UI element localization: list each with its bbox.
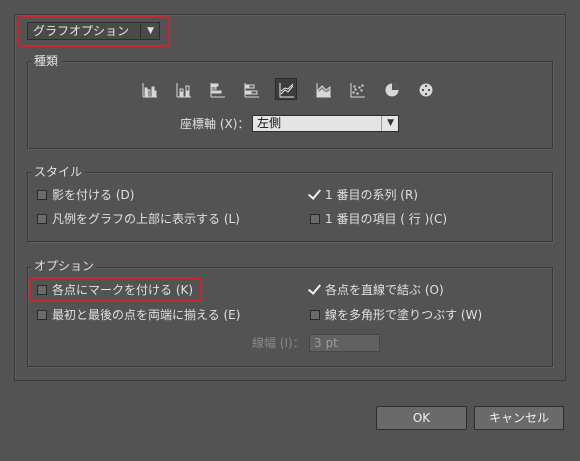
connect-lines-label: 各点を直線で結ぶ (O) (325, 283, 444, 297)
highlight-graph-option-dropdown (17, 16, 170, 47)
first-item-label: 1 番目の項目 ( 行 )(C) (325, 212, 447, 226)
radar-chart-icon[interactable] (415, 79, 437, 101)
first-series-label: 1 番目の系列 (R) (325, 188, 418, 202)
line-chart-icon[interactable] (275, 78, 297, 100)
stacked-bar-chart-icon[interactable] (241, 79, 263, 101)
first-item-checkbox[interactable] (310, 214, 320, 224)
legend-top-checkbox[interactable] (37, 214, 47, 224)
cancel-button[interactable]: キャンセル (474, 406, 564, 430)
fill-lines-checkbox[interactable] (310, 310, 320, 320)
axis-select-value: 左側 (257, 116, 282, 130)
edge-to-edge-checkbox[interactable] (37, 310, 47, 320)
line-width-label: 線幅 (I)： (252, 336, 305, 350)
options-group-label: オプション (31, 259, 98, 273)
chevron-down-icon: ▼ (387, 118, 394, 128)
pie-chart-icon[interactable] (381, 79, 403, 101)
axis-select[interactable]: 左側 ▼ (252, 115, 399, 132)
fill-lines-label: 線を多角形で塗りつぶす (W) (325, 308, 483, 322)
connect-lines-checkbox[interactable] (310, 285, 320, 295)
highlight-mark-points (29, 277, 202, 302)
style-group-label: スタイル (31, 165, 86, 179)
select-separator (381, 116, 382, 131)
grouped-column-chart-icon[interactable] (139, 79, 161, 101)
style-group (27, 172, 553, 242)
type-group (27, 61, 553, 149)
shadow-checkbox[interactable] (37, 190, 47, 200)
first-series-checkbox[interactable] (310, 190, 320, 200)
shadow-label: 影を付ける (D) (52, 188, 135, 202)
edge-to-edge-label: 最初と最後の点を両端に揃える (E) (52, 308, 241, 322)
axis-label: 座標軸 (X)： (180, 117, 250, 131)
stacked-column-chart-icon[interactable] (173, 79, 195, 101)
area-chart-icon[interactable] (313, 79, 335, 101)
grouped-bar-chart-icon[interactable] (207, 79, 229, 101)
legend-top-label: 凡例をグラフの上部に表示する (L) (52, 212, 240, 226)
ok-button[interactable]: OK (376, 406, 467, 430)
type-group-label: 種類 (31, 54, 62, 68)
scatter-chart-icon[interactable] (347, 79, 369, 101)
line-width-field[interactable]: 3 pt (309, 334, 380, 352)
